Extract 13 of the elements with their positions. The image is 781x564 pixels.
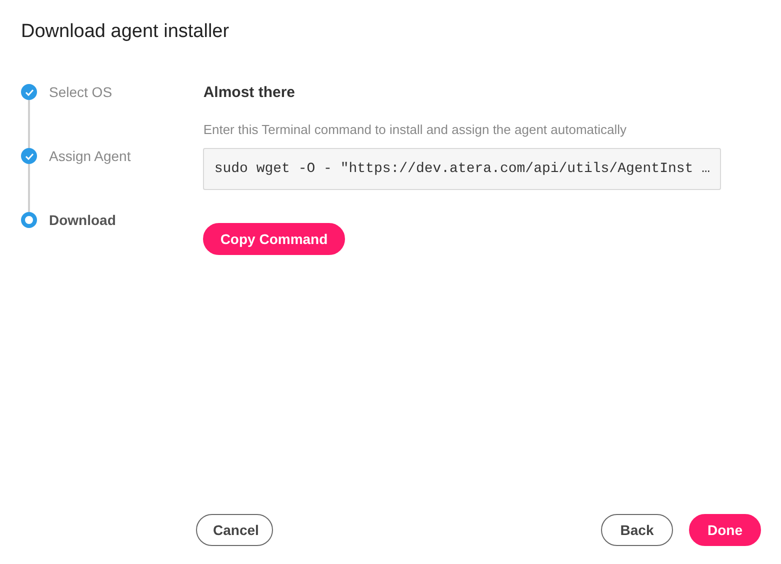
done-button[interactable]: Done (689, 514, 761, 546)
step-label: Select OS (49, 84, 112, 100)
back-button[interactable]: Back (601, 514, 673, 546)
check-icon (24, 152, 34, 160)
instruction-text: Enter this Terminal command to install and assign the agent automatically (203, 122, 627, 137)
check-icon (24, 88, 34, 96)
dialog-title: Download agent installer (21, 20, 230, 44)
section-heading: Almost there (203, 84, 295, 102)
step-label: Download (49, 212, 116, 228)
copy-command-button[interactable]: Copy Command (203, 223, 345, 255)
command-field[interactable]: sudo wget -O - "https://dev.atera.com/api/utils/AgentInst … (203, 148, 721, 190)
cancel-button[interactable]: Cancel (196, 514, 273, 546)
step-label: Assign Agent (49, 148, 131, 164)
